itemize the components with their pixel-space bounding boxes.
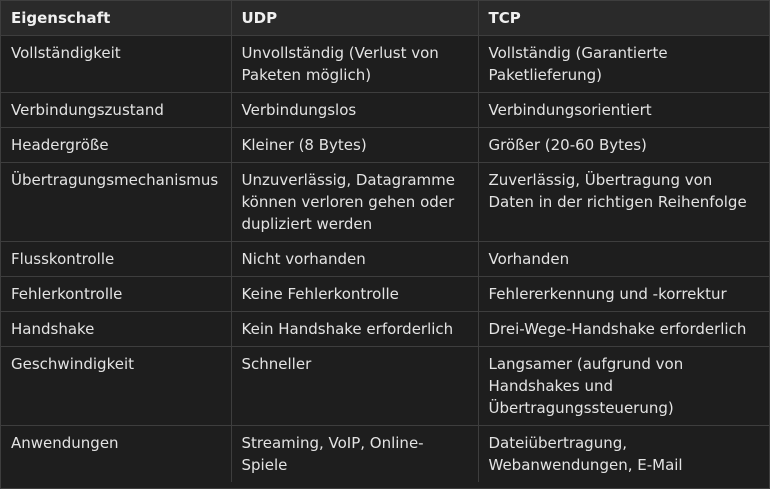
- cell-property: Geschwindigkeit: [1, 346, 232, 426]
- cell-udp: Keine Fehlerkontrolle: [231, 276, 479, 312]
- cell-property: Vollständigkeit: [1, 35, 232, 93]
- cell-udp: Kleiner (8 Bytes): [231, 127, 479, 163]
- cell-tcp: Verbindungsorientiert: [478, 92, 769, 128]
- cell-udp: Unvollständig (Verlust von Paketen mögli…: [231, 35, 479, 93]
- table-row: Headergröße Kleiner (8 Bytes) Größer (20…: [1, 127, 769, 163]
- table-row: Verbindungszustand Verbindungslos Verbin…: [1, 92, 769, 128]
- cell-property: Übertragungsmechanismus: [1, 162, 232, 242]
- header-udp: UDP: [231, 1, 479, 36]
- table-row: Fehlerkontrolle Keine Fehlerkontrolle Fe…: [1, 276, 769, 312]
- table-row: Flusskontrolle Nicht vorhanden Vorhanden: [1, 241, 769, 277]
- cell-udp: Streaming, VoIP, Online-Spiele: [231, 425, 479, 482]
- cell-udp: Nicht vorhanden: [231, 241, 479, 277]
- cell-tcp: Größer (20-60 Bytes): [478, 127, 769, 163]
- cell-tcp: Langsamer (aufgrund von Handshakes und Ü…: [478, 346, 769, 426]
- cell-property: Verbindungszustand: [1, 92, 232, 128]
- cell-tcp: Zuverlässig, Übertragung von Daten in de…: [478, 162, 769, 242]
- cell-udp: Verbindungslos: [231, 92, 479, 128]
- header-property: Eigenschaft: [1, 1, 232, 36]
- cell-tcp: Dateiübertragung, Webanwendungen, E-Mail: [488, 434, 683, 474]
- table-row: Vollständigkeit Unvollständig (Verlust v…: [1, 35, 769, 93]
- cell-tcp: Vollständig (Garantierte Paketlieferung): [478, 35, 769, 93]
- cell-property: Flusskontrolle: [1, 241, 232, 277]
- cell-udp: Schneller: [231, 346, 479, 426]
- cell-property: Handshake: [1, 311, 232, 347]
- header-tcp: TCP: [478, 1, 769, 36]
- cell-property: Headergröße: [1, 127, 232, 163]
- comparison-table-container: Eigenschaft UDP TCP Vollständigkeit Unvo…: [0, 0, 770, 489]
- table-row: Handshake Kein Handshake erforderlich Dr…: [1, 311, 769, 347]
- udp-tcp-comparison-table: Eigenschaft UDP TCP Vollständigkeit Unvo…: [1, 1, 769, 482]
- cell-udp: Unzuverlässig, Datagramme können verlore…: [231, 162, 479, 242]
- table-header-row: Eigenschaft UDP TCP: [1, 1, 769, 36]
- table-row: Geschwindigkeit Schneller Langsamer (auf…: [1, 346, 769, 426]
- cell-udp: Kein Handshake erforderlich: [231, 311, 479, 347]
- table-row: Übertragungsmechanismus Unzuverlässig, D…: [1, 162, 769, 242]
- cell-tcp: Fehlererkennung und -korrektur: [478, 276, 769, 312]
- cell-property: Anwendungen: [1, 425, 232, 482]
- cell-tcp: Vorhanden: [478, 241, 769, 277]
- cell-tcp: Drei-Wege-Handshake erforderlich: [478, 311, 769, 347]
- cell-property: Fehlerkontrolle: [1, 276, 232, 312]
- table-row: Anwendungen Streaming, VoIP, Online-Spie…: [1, 425, 769, 482]
